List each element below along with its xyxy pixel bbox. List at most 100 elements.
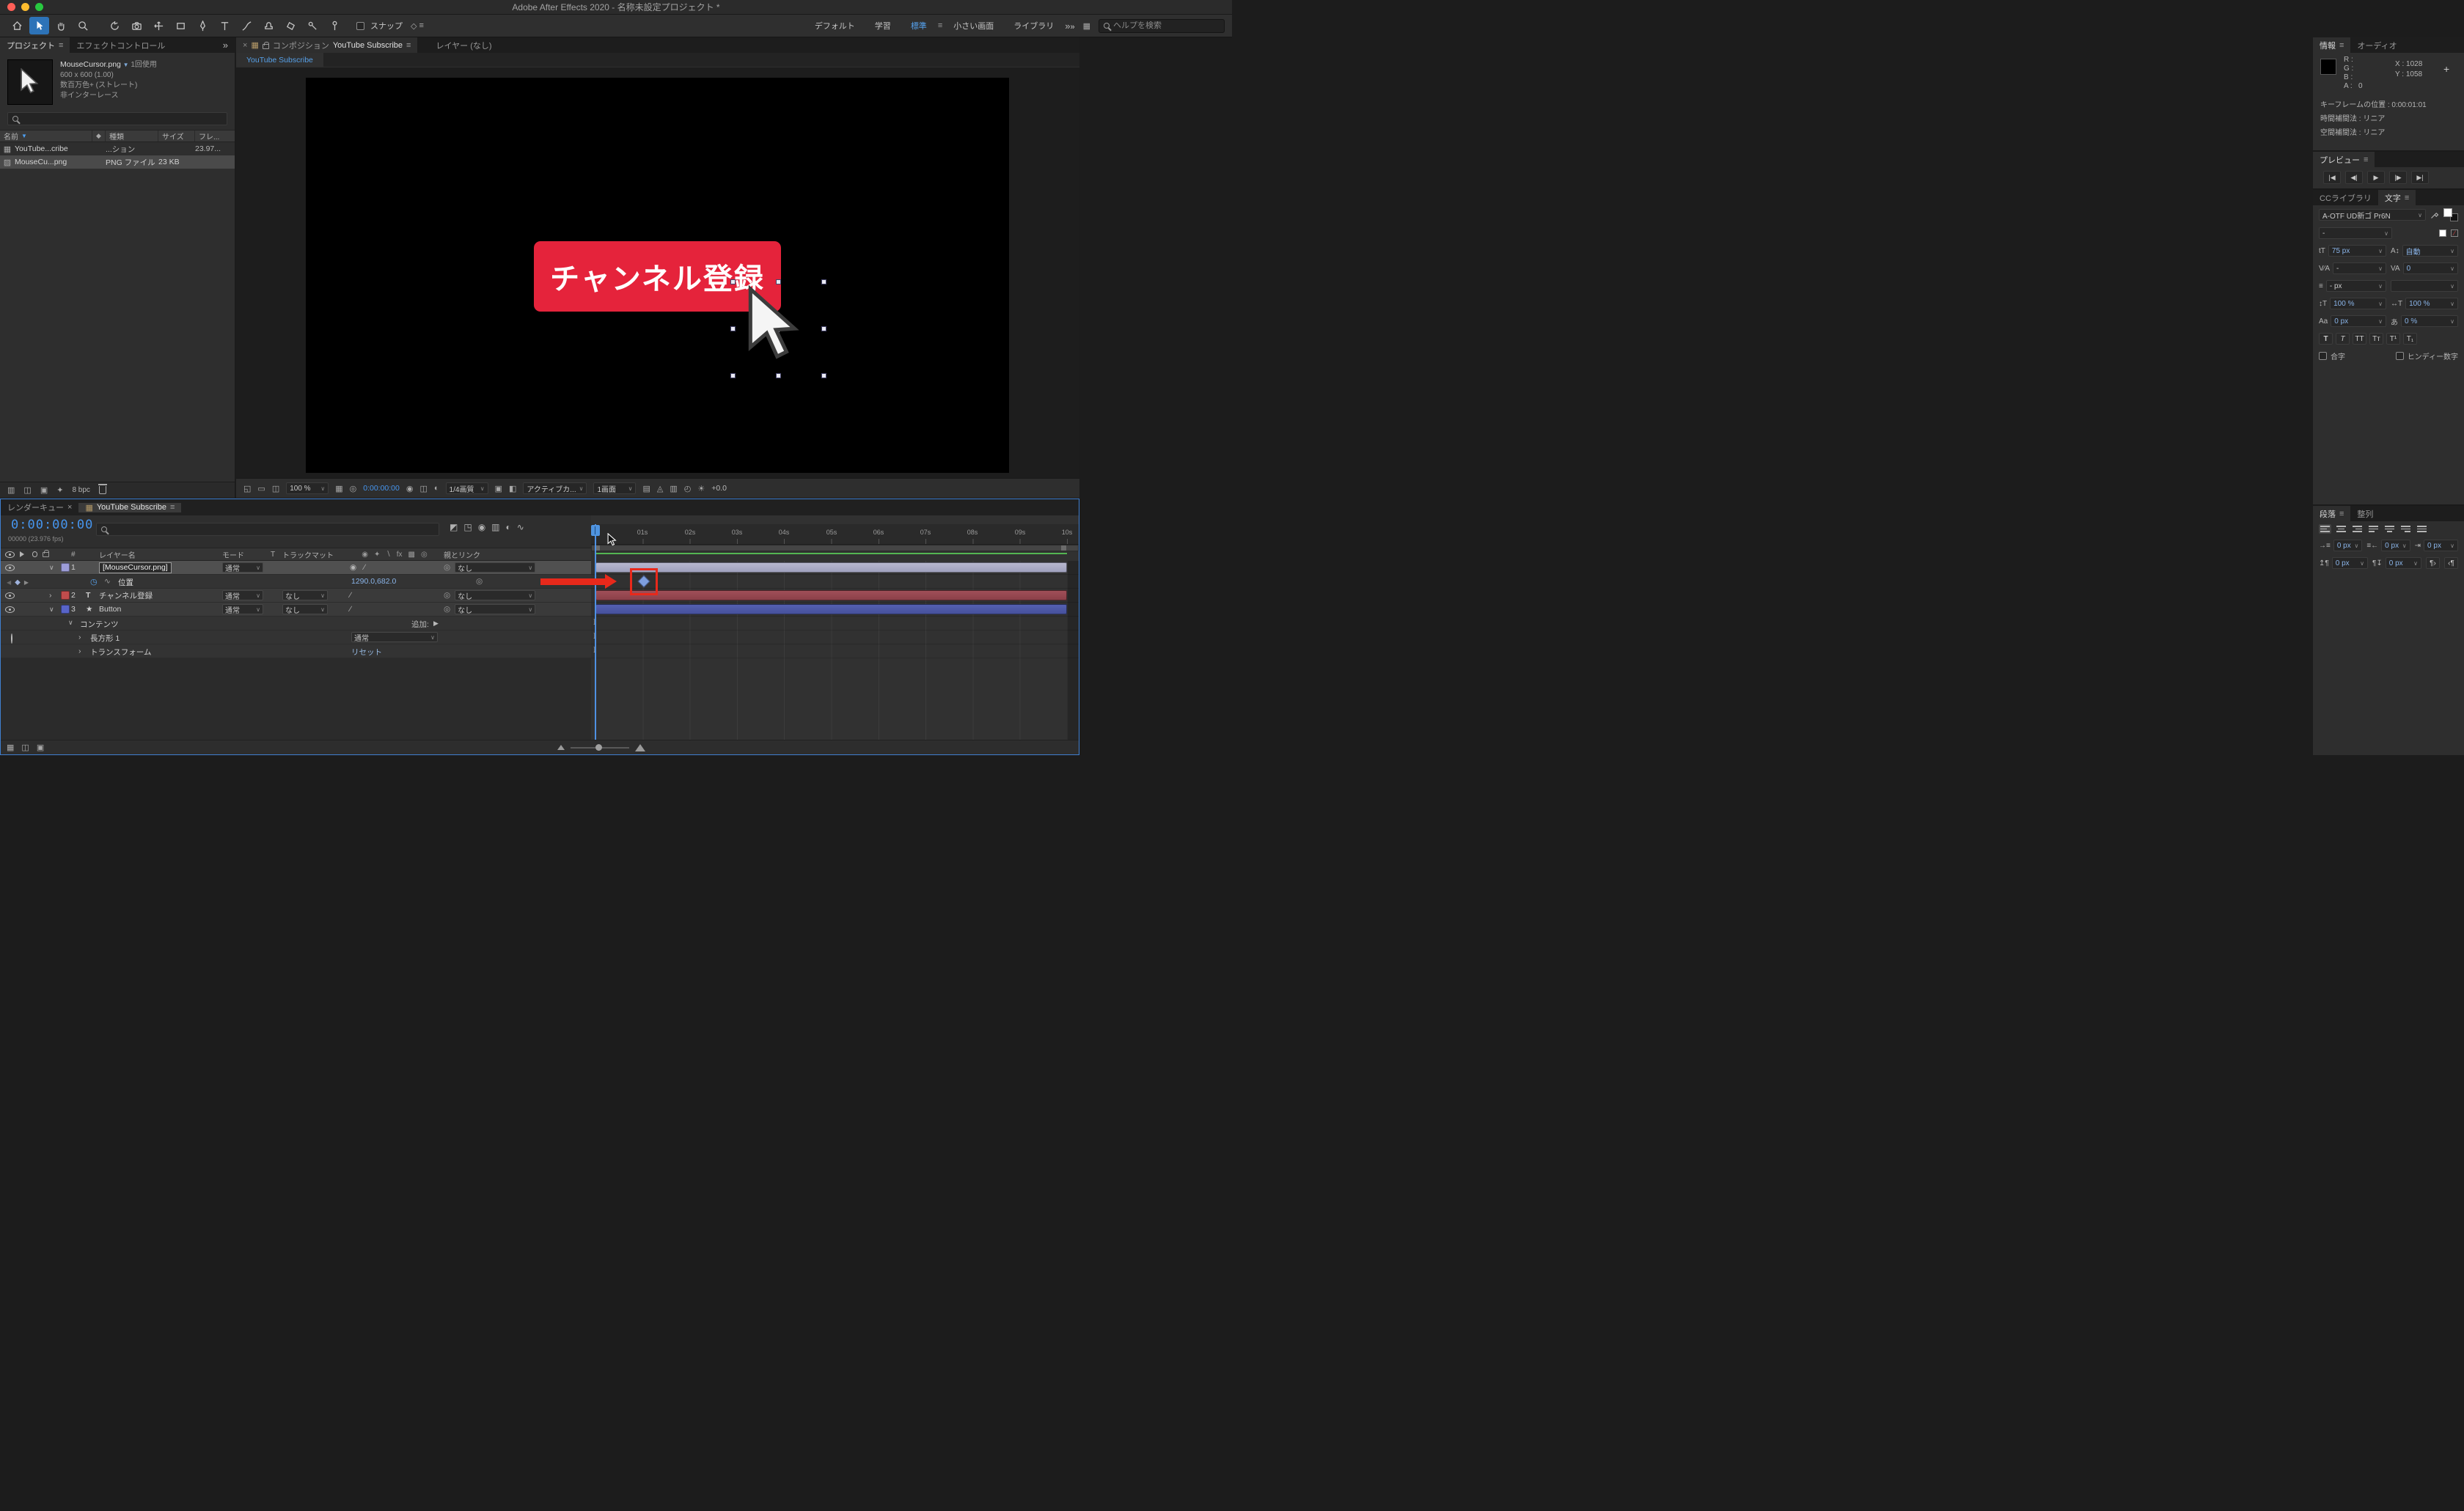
twirl-icon[interactable]: ∨ xyxy=(49,606,61,614)
pen-tool[interactable] xyxy=(193,17,213,34)
tab-layer-viewer[interactable]: レイヤー (なし) xyxy=(429,37,498,53)
selection-handle[interactable] xyxy=(821,279,826,284)
tab-effect-controls[interactable]: エフェクトコントロール xyxy=(70,37,172,53)
tab-render-queue[interactable]: レンダーキュー × xyxy=(1,501,78,513)
project-search-input[interactable] xyxy=(23,114,191,123)
mouse-cursor-layer[interactable] xyxy=(746,284,802,368)
layer-name[interactable]: チャンネル登録 xyxy=(99,590,222,601)
twirl-icon[interactable]: ∨ xyxy=(68,619,73,627)
new-folder-icon[interactable]: ◫ xyxy=(23,485,31,495)
track-layer-2[interactable] xyxy=(591,589,1079,603)
blend-mode-select[interactable]: 通常 xyxy=(222,562,263,573)
group-row-transform[interactable]: › トランスフォーム リセット xyxy=(1,644,591,658)
current-time-display[interactable]: 0:00:00:00 xyxy=(11,518,93,532)
property-row-position[interactable]: ◀ ◆ ▶ ◷ ∿ 位置 1290.0,682.0 ◎ xyxy=(1,575,591,589)
project-bit-depth[interactable]: 8 bpc xyxy=(72,486,89,494)
selection-handle[interactable] xyxy=(776,373,781,378)
selection-handle[interactable] xyxy=(821,373,826,378)
previous-frame-button[interactable]: ◀| xyxy=(2345,171,2363,184)
tab-character[interactable]: 文字 xyxy=(2377,190,2416,205)
magnification-icon[interactable]: ◫ xyxy=(272,484,279,493)
home-tool[interactable] xyxy=(7,17,27,34)
indent-right-field[interactable]: 0 px xyxy=(2381,540,2410,551)
workspace-learn[interactable]: 学習 xyxy=(875,20,891,32)
track-layer-1[interactable] xyxy=(591,561,1079,575)
previous-keyframe-icon[interactable]: ◀ xyxy=(7,579,11,586)
vertical-scale-select[interactable]: 100 % xyxy=(2330,298,2386,309)
hand-tool[interactable] xyxy=(51,17,71,34)
reset-link[interactable]: リセット xyxy=(351,647,382,658)
trash-icon[interactable] xyxy=(98,484,107,494)
twirl-icon[interactable]: ∨ xyxy=(49,564,61,572)
column-label-icon[interactable]: ◆ xyxy=(92,130,106,141)
twirl-icon[interactable]: › xyxy=(78,647,81,655)
quality-switch[interactable]: ◉ xyxy=(350,563,356,572)
font-family-select[interactable]: A-OTF UD新ゴ Pr6N xyxy=(2319,209,2426,221)
track-matte-select[interactable]: なし xyxy=(282,590,328,601)
selection-handle[interactable] xyxy=(730,279,736,284)
faux-italic-button[interactable]: T xyxy=(2336,333,2350,345)
mask-visibility-icon[interactable]: ◎ xyxy=(350,484,357,493)
stopwatch-icon[interactable]: ◷ xyxy=(90,577,98,587)
horizontal-scale-select[interactable]: 100 % xyxy=(2405,298,2458,309)
puppet-pin-tool[interactable] xyxy=(325,17,345,34)
viewer-timecode[interactable]: 0:00:00:00 xyxy=(363,484,400,493)
justify-last-center-button[interactable] xyxy=(2383,524,2396,534)
fill-stroke-swatches[interactable] xyxy=(2443,208,2458,221)
clone-stamp-tool[interactable] xyxy=(259,17,279,34)
track-matte-select[interactable]: なし xyxy=(282,604,328,615)
superscript-button[interactable]: T¹ xyxy=(2386,333,2400,345)
selection-handle[interactable] xyxy=(730,326,736,331)
parent-select[interactable]: なし xyxy=(455,604,536,615)
tab-project[interactable]: プロジェクト xyxy=(0,37,70,53)
kerning-select[interactable]: - xyxy=(2333,262,2386,274)
twirl-icon[interactable]: › xyxy=(49,591,61,600)
workspace-standard[interactable]: 標準 xyxy=(911,20,927,32)
tab-audio[interactable]: オーディオ xyxy=(2350,37,2403,53)
leading-select[interactable]: 自動 xyxy=(2402,245,2458,257)
timeline-search-input[interactable] xyxy=(111,525,405,534)
type-tool[interactable] xyxy=(215,17,235,34)
tracking-select[interactable]: 0 xyxy=(2402,262,2458,274)
text-direction-rtl-button[interactable]: ‹¶ xyxy=(2444,557,2458,569)
workspace-overflow-icon[interactable]: » xyxy=(1065,21,1074,32)
workspace-default[interactable]: デフォルト xyxy=(815,20,855,32)
first-line-indent-field[interactable]: 0 px xyxy=(2424,540,2458,551)
resolution-select[interactable]: 1/4画質 xyxy=(445,482,488,494)
close-tab-icon[interactable]: × xyxy=(243,41,247,50)
extra-select[interactable] xyxy=(2391,280,2458,292)
project-search[interactable] xyxy=(7,112,227,125)
tsume-select[interactable]: - px xyxy=(2325,280,2386,292)
group-label[interactable]: コンテンツ xyxy=(80,619,119,630)
pixel-aspect-icon[interactable]: ▤ xyxy=(642,484,650,493)
snap-menu-icon[interactable]: ≡ xyxy=(419,21,423,30)
track-contents[interactable]: I xyxy=(591,617,1079,630)
eraser-tool[interactable] xyxy=(281,17,301,34)
show-snapshot-icon[interactable]: ◫ xyxy=(419,484,427,493)
workspace-bar-icon[interactable]: ▦ xyxy=(1083,21,1090,31)
workspace-small-screen[interactable]: 小さい画面 xyxy=(953,20,994,32)
hide-shy-layers-icon[interactable]: ◉ xyxy=(478,522,485,532)
shape-tool[interactable] xyxy=(171,17,191,34)
panel-menu-icon[interactable] xyxy=(2339,41,2344,50)
parent-select[interactable]: なし xyxy=(455,590,536,601)
pickwhip-icon[interactable]: ◎ xyxy=(444,605,450,614)
quality-switch[interactable]: ∕ xyxy=(350,605,351,614)
camera-select[interactable]: アクティブカ... xyxy=(523,482,587,494)
channel-icon[interactable]: ◐ xyxy=(434,484,439,493)
track-layer-3[interactable] xyxy=(591,603,1079,617)
camera-tool[interactable] xyxy=(127,17,147,34)
column-size[interactable]: サイズ xyxy=(158,130,195,141)
motion-blur-icon[interactable]: ◐ xyxy=(506,522,511,532)
layer-1-duration-bar[interactable] xyxy=(595,562,1067,573)
timeline-search[interactable] xyxy=(96,523,439,536)
panel-menu-icon[interactable] xyxy=(2364,155,2368,164)
snapshot-icon[interactable]: ◉ xyxy=(406,484,414,493)
next-keyframe-icon[interactable]: ▶ xyxy=(24,579,29,586)
tab-overflow-icon[interactable] xyxy=(216,37,235,53)
ligatures-checkbox[interactable] xyxy=(2319,352,2327,360)
zoom-out-mountain-icon[interactable] xyxy=(557,745,565,750)
track-position-property[interactable] xyxy=(591,575,1079,589)
align-left-button[interactable] xyxy=(2319,524,2331,534)
column-type[interactable]: 種類 xyxy=(106,130,158,141)
